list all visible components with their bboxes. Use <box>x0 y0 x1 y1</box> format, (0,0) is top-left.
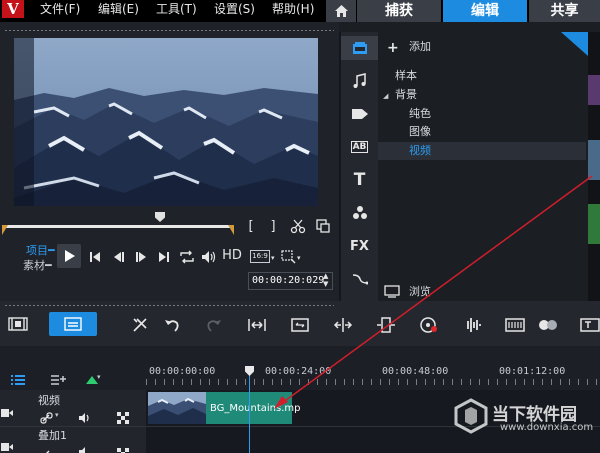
storyboard-view-button[interactable] <box>8 316 28 336</box>
watermark-url: www.downxia.com <box>500 422 594 433</box>
timeline-view-button[interactable] <box>49 312 97 336</box>
track-manager-button[interactable] <box>10 371 26 390</box>
checker-icon[interactable] <box>117 409 129 428</box>
go-to-start-button[interactable] <box>88 249 102 268</box>
menu-settings[interactable]: 设置(S) <box>214 1 255 17</box>
track-audio-icon[interactable] <box>78 442 92 453</box>
add-icon[interactable]: + <box>387 40 399 56</box>
menu-file[interactable]: 文件(F) <box>40 1 80 17</box>
play-button[interactable] <box>57 244 81 268</box>
ruler-label-0: 00:00:00:00 <box>149 366 216 377</box>
mode-clip[interactable]: 素材━ <box>23 257 52 273</box>
tree-item-video[interactable]: 视频 <box>409 142 431 160</box>
track-add-icon <box>51 375 66 385</box>
next-frame-button[interactable] <box>134 249 148 268</box>
skip-end-icon <box>159 252 169 262</box>
transition-library-icon[interactable] <box>341 102 378 126</box>
library-header <box>339 22 600 32</box>
track-name-video: 视频 <box>38 394 60 407</box>
previous-frame-button[interactable] <box>112 249 126 268</box>
skip-start-icon <box>90 252 100 262</box>
video-track-icon <box>0 404 14 423</box>
overlay-track-icon <box>0 438 14 453</box>
timeline-playhead[interactable] <box>249 370 250 453</box>
link-icon[interactable] <box>40 409 54 428</box>
aspect-ratio-button[interactable]: 16:9 <box>250 250 270 263</box>
fit-timeline-icon[interactable] <box>247 316 267 334</box>
tools-icon[interactable] <box>130 316 150 334</box>
hd-button[interactable]: HD <box>221 248 243 264</box>
clip-thumbnail[interactable] <box>148 392 206 424</box>
player-grip <box>4 29 334 32</box>
home-icon <box>334 5 348 17</box>
redo-icon[interactable] <box>204 316 224 334</box>
tree-item-samples[interactable]: 样本 <box>395 67 417 85</box>
prev-frame-icon <box>114 252 124 262</box>
media-library-icon[interactable] <box>341 36 378 60</box>
play-icon <box>65 250 75 262</box>
tab-share[interactable]: 共享 <box>529 0 600 22</box>
home-button[interactable] <box>326 0 356 22</box>
timeline-icon <box>64 317 82 331</box>
repeat-button[interactable] <box>179 249 195 268</box>
watermark: 当下软件园 www.downxia.com <box>454 398 600 438</box>
mark-in-button[interactable]: [ <box>246 219 256 235</box>
track-list-icon <box>11 375 25 385</box>
undo-icon[interactable] <box>162 316 182 334</box>
audio-library-icon[interactable] <box>341 69 378 93</box>
go-to-end-button[interactable] <box>157 249 171 268</box>
repeat-icon <box>180 250 194 264</box>
scrub-bar[interactable] <box>2 225 234 228</box>
checker-icon[interactable] <box>117 443 129 453</box>
add-button[interactable]: 添加 <box>409 38 431 56</box>
film-strip-icon <box>8 317 28 331</box>
chevron-down-icon[interactable]: ▾ <box>97 373 101 381</box>
track-name-overlay: 叠加1 <box>38 429 67 442</box>
track-audio-icon[interactable] <box>78 409 92 428</box>
menu-edit[interactable]: 编辑(E) <box>98 1 139 17</box>
volume-button[interactable] <box>201 249 217 268</box>
drag-guide-arrow <box>274 175 593 409</box>
menu-tools[interactable]: 工具(T) <box>156 1 197 17</box>
tree-item-background[interactable]: 背景 <box>395 86 417 104</box>
collapse-triangle-icon[interactable]: ◢ <box>383 92 388 100</box>
tree-item-solid[interactable]: 纯色 <box>409 105 431 123</box>
app-logo: V <box>2 0 24 18</box>
thumbnail-1[interactable] <box>588 75 600 105</box>
tab-edit[interactable]: 编辑 <box>443 0 527 22</box>
menu-help[interactable]: 帮助(H) <box>272 1 314 17</box>
next-frame-icon <box>136 252 146 262</box>
link-icon[interactable] <box>40 443 54 453</box>
mode-project[interactable]: 项目━ <box>26 242 55 258</box>
title-library-icon[interactable]: AB <box>341 135 378 159</box>
chevron-down-icon[interactable]: ▾ <box>55 411 59 419</box>
add-track-button[interactable] <box>50 371 66 390</box>
speaker-icon <box>202 251 216 263</box>
tab-capture[interactable]: 捕获 <box>357 0 441 22</box>
tree-item-image[interactable]: 图像 <box>409 123 431 141</box>
watermark-logo-icon <box>454 398 488 434</box>
